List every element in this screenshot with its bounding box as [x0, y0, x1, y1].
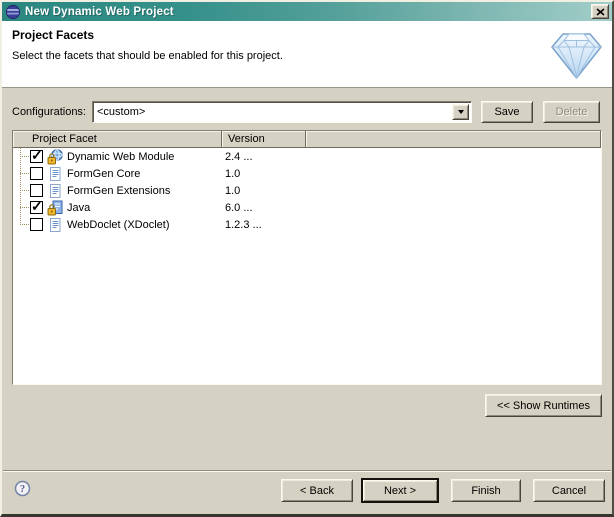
show-runtimes-button[interactable]: << Show Runtimes — [485, 394, 602, 417]
svg-text:?: ? — [20, 484, 25, 495]
titlebar[interactable]: New Dynamic Web Project — [2, 2, 612, 21]
next-button[interactable]: Next > — [361, 478, 439, 503]
table-row[interactable]: Dynamic Web Module 2.4 ... — [13, 148, 601, 165]
tree-stub — [20, 156, 29, 157]
facet-version[interactable]: 1.0 — [225, 185, 240, 197]
facet-version[interactable]: 1.0 — [225, 168, 240, 180]
facet-checkbox[interactable] — [30, 201, 43, 214]
facet-checkbox[interactable] — [30, 218, 43, 231]
combo-dropdown-button[interactable] — [452, 104, 469, 120]
facet-label: FormGen Core — [67, 168, 140, 180]
tree-stub — [20, 190, 29, 191]
column-header-version[interactable]: Version — [222, 131, 306, 148]
facet-label: FormGen Extensions — [67, 185, 170, 197]
configurations-combobox[interactable]: <custom> — [92, 101, 472, 123]
facet-label: Java — [67, 202, 90, 214]
eclipse-icon — [5, 4, 21, 20]
facet-version[interactable]: 1.2.3 ... — [225, 219, 262, 231]
new-dynamic-web-project-dialog: New Dynamic Web Project Project Facets S… — [0, 0, 614, 517]
help-button[interactable]: ? — [14, 480, 31, 497]
footer-separator — [3, 470, 611, 472]
document-icon — [47, 183, 63, 199]
diamond-icon — [548, 29, 605, 82]
window-title: New Dynamic Web Project — [25, 6, 174, 18]
table-header: Project Facet Version — [13, 131, 601, 148]
finish-button[interactable]: Finish — [451, 479, 521, 502]
table-row[interactable]: FormGen Core 1.0 — [13, 165, 601, 182]
delete-button[interactable]: Delete — [543, 101, 600, 123]
facets-table: Project Facet Version Dynamic Web Module… — [12, 130, 602, 385]
facet-checkbox[interactable] — [30, 150, 43, 163]
facet-version[interactable]: 6.0 ... — [225, 202, 253, 214]
tree-stub — [20, 207, 29, 208]
document-icon — [47, 166, 63, 182]
facet-checkbox[interactable] — [30, 167, 43, 180]
save-button[interactable]: Save — [481, 101, 533, 123]
facet-version[interactable]: 2.4 ... — [225, 151, 253, 163]
tree-stub — [20, 224, 29, 225]
column-header-project-facet[interactable]: Project Facet — [13, 131, 222, 148]
column-header-empty[interactable] — [306, 131, 601, 148]
close-button[interactable] — [591, 4, 609, 19]
page-description: Select the facets that should be enabled… — [12, 50, 283, 62]
configurations-value: <custom> — [97, 104, 451, 120]
close-icon — [596, 8, 605, 16]
help-icon: ? — [14, 480, 31, 497]
facet-checkbox[interactable] — [30, 184, 43, 197]
chevron-down-icon — [458, 110, 464, 114]
web-module-icon — [47, 149, 63, 165]
cancel-button[interactable]: Cancel — [533, 479, 605, 502]
document-icon — [47, 217, 63, 233]
table-row[interactable]: WebDoclet (XDoclet) 1.2.3 ... — [13, 216, 601, 233]
java-icon — [47, 200, 63, 216]
page-title: Project Facets — [12, 28, 94, 42]
table-row[interactable]: Java 6.0 ... — [13, 199, 601, 216]
wizard-banner: Project Facets Select the facets that sh… — [2, 21, 612, 88]
configurations-label: Configurations: — [12, 101, 86, 123]
facet-rows: Dynamic Web Module 2.4 ... FormGen Core … — [13, 148, 601, 384]
facet-label: WebDoclet (XDoclet) — [67, 219, 170, 231]
tree-stub — [20, 173, 29, 174]
facet-label: Dynamic Web Module — [67, 151, 174, 163]
back-button[interactable]: < Back — [281, 479, 353, 502]
table-row[interactable]: FormGen Extensions 1.0 — [13, 182, 601, 199]
